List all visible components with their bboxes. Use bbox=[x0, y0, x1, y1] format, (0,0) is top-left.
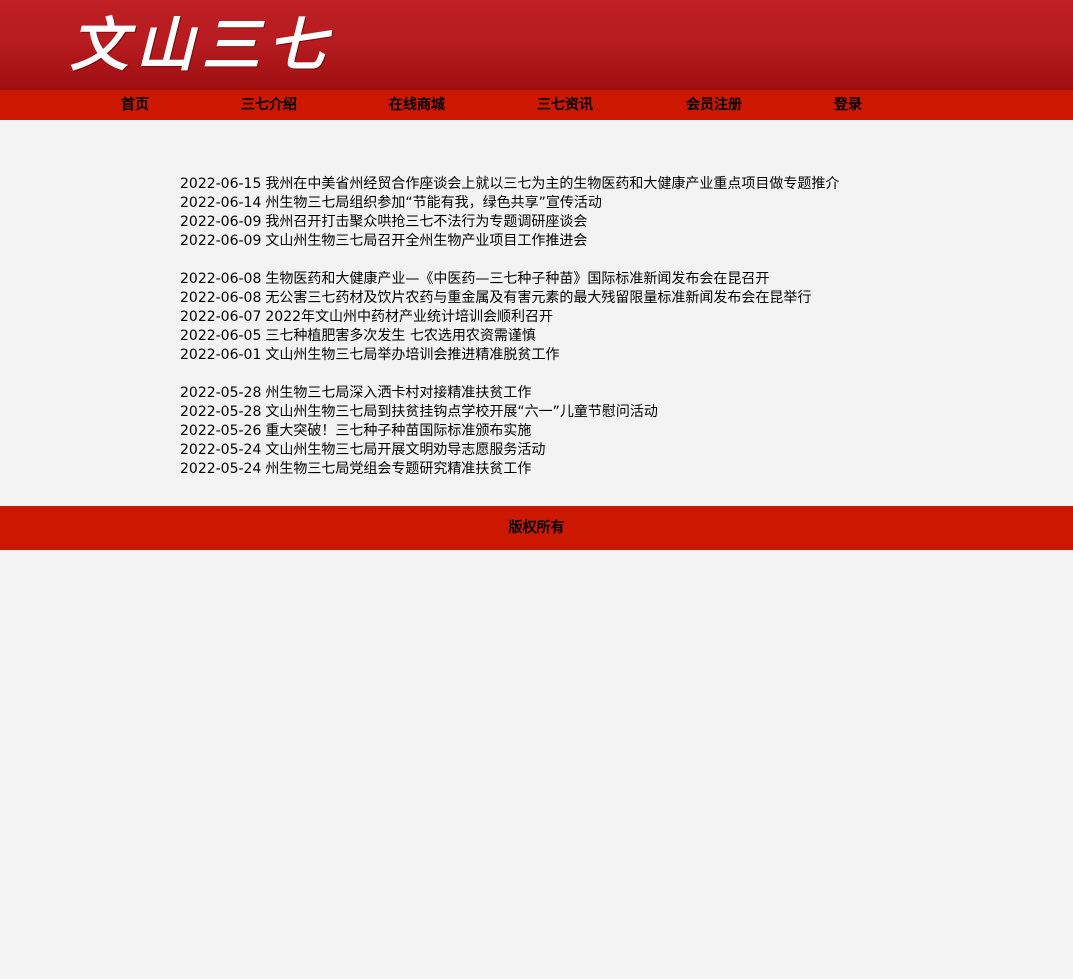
news-item[interactable]: 2022-05-28 文山州生物三七局到扶贫挂钩点学校开展“六一”儿童节慰问活动 bbox=[180, 403, 1000, 422]
news-title: 重大突破！三七种子种苗国际标准颁布实施 bbox=[265, 423, 532, 439]
news-title: 无公害三七药材及饮片农药与重金属及有害元素的最大残留限量标准新闻发布会在昆举行 bbox=[265, 290, 812, 306]
news-date: 2022-05-26 bbox=[180, 423, 262, 439]
news-title: 文山州生物三七局召开全州生物产业项目工作推进会 bbox=[265, 233, 588, 249]
nav-item-news[interactable]: 三七资讯 bbox=[537, 90, 593, 120]
news-date: 2022-06-09 bbox=[180, 233, 262, 249]
news-date: 2022-06-09 bbox=[180, 214, 262, 230]
news-item[interactable]: 2022-06-08 无公害三七药材及饮片农药与重金属及有害元素的最大残留限量标准… bbox=[180, 289, 1000, 308]
news-title: 2022年文山州中药材产业统计培训会顺利召开 bbox=[265, 309, 554, 325]
news-item[interactable]: 2022-06-14 州生物三七局组织参加“节能有我，绿色共享”宣传活动 bbox=[180, 194, 1000, 213]
news-date: 2022-05-24 bbox=[180, 442, 262, 458]
news-item[interactable]: 2022-06-08 生物医药和大健康产业—《中医药—三七种子种苗》国际标准新闻发… bbox=[180, 270, 1000, 289]
news-date: 2022-06-15 bbox=[180, 176, 262, 192]
news-list: 2022-06-15 我州在中美省州经贸合作座谈会上就以三七为主的生物医药和大健康… bbox=[180, 175, 1000, 498]
site-footer: 版权所有 bbox=[0, 506, 1073, 550]
news-title: 文山州生物三七局开展文明劝导志愿服务活动 bbox=[265, 442, 546, 458]
news-title: 我州召开打击聚众哄抢三七不法行为专题调研座谈会 bbox=[265, 214, 588, 230]
nav-item-about[interactable]: 三七介绍 bbox=[241, 90, 297, 120]
news-title: 州生物三七局党组会专题研究精准扶贫工作 bbox=[265, 461, 532, 477]
copyright-text: 版权所有 bbox=[508, 520, 565, 536]
nav-item-login[interactable]: 登录 bbox=[834, 90, 862, 120]
main-nav: 首页 三七介绍 在线商城 三七资讯 会员注册 登录 bbox=[0, 90, 1073, 120]
news-item[interactable]: 2022-05-28 州生物三七局深入洒卡村对接精准扶贫工作 bbox=[180, 384, 1000, 403]
news-title: 文山州生物三七局举办培训会推进精准脱贫工作 bbox=[265, 347, 560, 363]
nav-item-shop[interactable]: 在线商城 bbox=[389, 90, 445, 120]
news-item[interactable]: 2022-06-07 2022年文山州中药材产业统计培训会顺利召开 bbox=[180, 308, 1000, 327]
news-item[interactable]: 2022-06-09 我州召开打击聚众哄抢三七不法行为专题调研座谈会 bbox=[180, 213, 1000, 232]
news-title: 州生物三七局组织参加“节能有我，绿色共享”宣传活动 bbox=[265, 195, 602, 211]
news-group: 2022-06-15 我州在中美省州经贸合作座谈会上就以三七为主的生物医药和大健康… bbox=[180, 175, 1000, 251]
news-title: 三七种植肥害多次发生 七农选用农资需谨慎 bbox=[265, 328, 536, 344]
news-group: 2022-06-08 生物医药和大健康产业—《中医药—三七种子种苗》国际标准新闻发… bbox=[180, 270, 1000, 365]
news-title: 文山州生物三七局到扶贫挂钩点学校开展“六一”儿童节慰问活动 bbox=[265, 404, 658, 420]
news-title: 州生物三七局深入洒卡村对接精准扶贫工作 bbox=[265, 385, 532, 401]
news-item[interactable]: 2022-05-24 州生物三七局党组会专题研究精准扶贫工作 bbox=[180, 460, 1000, 479]
news-title: 生物医药和大健康产业—《中医药—三七种子种苗》国际标准新闻发布会在昆召开 bbox=[265, 271, 770, 287]
main-content: 2022-06-15 我州在中美省州经贸合作座谈会上就以三七为主的生物医药和大健康… bbox=[0, 120, 1073, 506]
news-item[interactable]: 2022-06-15 我州在中美省州经贸合作座谈会上就以三七为主的生物医药和大健康… bbox=[180, 175, 1000, 194]
news-date: 2022-06-05 bbox=[180, 328, 262, 344]
news-item[interactable]: 2022-06-05 三七种植肥害多次发生 七农选用农资需谨慎 bbox=[180, 327, 1000, 346]
news-date: 2022-06-14 bbox=[180, 195, 262, 211]
news-item[interactable]: 2022-06-09 文山州生物三七局召开全州生物产业项目工作推进会 bbox=[180, 232, 1000, 251]
news-date: 2022-05-24 bbox=[180, 461, 262, 477]
news-title: 我州在中美省州经贸合作座谈会上就以三七为主的生物医药和大健康产业重点项目做专题推… bbox=[265, 176, 840, 192]
news-date: 2022-06-01 bbox=[180, 347, 262, 363]
news-group: 2022-05-28 州生物三七局深入洒卡村对接精准扶贫工作 2022-05-28… bbox=[180, 384, 1000, 479]
news-item[interactable]: 2022-05-26 重大突破！三七种子种苗国际标准颁布实施 bbox=[180, 422, 1000, 441]
news-date: 2022-06-08 bbox=[180, 290, 262, 306]
news-date: 2022-06-08 bbox=[180, 271, 262, 287]
news-item[interactable]: 2022-05-24 文山州生物三七局开展文明劝导志愿服务活动 bbox=[180, 441, 1000, 460]
news-date: 2022-06-07 bbox=[180, 309, 262, 325]
news-date: 2022-05-28 bbox=[180, 404, 262, 420]
news-date: 2022-05-28 bbox=[180, 385, 262, 401]
site-logo[interactable]: 文山三七 bbox=[70, 4, 334, 79]
news-item[interactable]: 2022-06-01 文山州生物三七局举办培训会推进精准脱贫工作 bbox=[180, 346, 1000, 365]
nav-item-home[interactable]: 首页 bbox=[121, 90, 149, 120]
nav-item-register[interactable]: 会员注册 bbox=[686, 90, 742, 120]
site-header: 文山三七 bbox=[0, 0, 1073, 90]
